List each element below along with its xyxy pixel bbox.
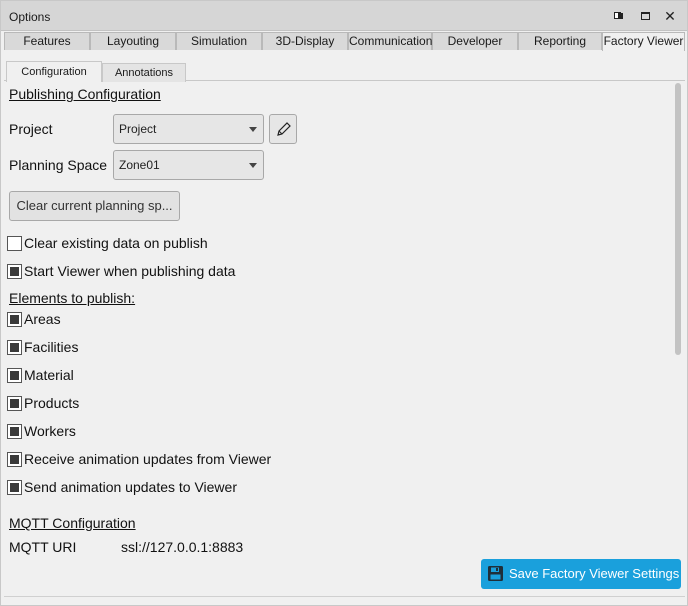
material-checkbox[interactable]	[7, 368, 22, 383]
tab-3d-display[interactable]: 3D-Display	[262, 32, 348, 50]
planning-space-label: Planning Space	[9, 157, 108, 173]
areas-label: Areas	[24, 311, 61, 327]
close-icon[interactable]: ✕	[663, 9, 677, 23]
mqtt-uri-label: MQTT URI	[9, 539, 77, 555]
clear-existing-checkbox[interactable]	[7, 236, 22, 251]
clear-planning-space-button[interactable]: Clear current planning sp...	[9, 191, 180, 221]
subtab-configuration[interactable]: Configuration	[6, 61, 102, 82]
options-window: Options ✕ Features Layouting Simulation …	[0, 0, 688, 606]
receive-animation-label: Receive animation updates from Viewer	[24, 451, 272, 467]
save-button-label: Save Factory Viewer Settings	[509, 566, 680, 581]
elements-heading: Elements to publish:	[9, 290, 136, 306]
tab-layouting[interactable]: Layouting	[90, 32, 176, 50]
save-icon	[488, 566, 503, 581]
maximize-icon[interactable]	[639, 9, 653, 23]
planning-space-value: Zone01	[119, 158, 160, 172]
tab-factory-viewer[interactable]: Factory Viewer	[602, 32, 685, 51]
products-label: Products	[24, 395, 80, 411]
mqtt-heading: MQTT Configuration	[9, 515, 136, 531]
subtab-annotations[interactable]: Annotations	[102, 63, 186, 82]
send-animation-label: Send animation updates to Viewer	[24, 479, 237, 495]
facilities-checkbox[interactable]	[7, 340, 22, 355]
publishing-heading: Publishing Configuration	[9, 86, 161, 102]
areas-checkbox[interactable]	[7, 312, 22, 327]
send-animation-checkbox[interactable]	[7, 480, 22, 495]
vertical-scrollbar[interactable]	[673, 81, 685, 597]
workers-label: Workers	[24, 423, 76, 439]
window-title: Options	[9, 10, 51, 24]
mqtt-uri-value: ssl://127.0.0.1:8883	[121, 539, 244, 555]
save-factory-viewer-settings-button[interactable]: Save Factory Viewer Settings	[481, 559, 681, 589]
clear-existing-label: Clear existing data on publish	[24, 235, 208, 251]
products-checkbox[interactable]	[7, 396, 22, 411]
tab-reporting[interactable]: Reporting	[518, 32, 602, 50]
float-icon[interactable]	[612, 9, 626, 23]
tab-communication[interactable]: Communication	[348, 32, 432, 50]
material-label: Material	[24, 367, 74, 383]
planning-space-dropdown[interactable]: Zone01	[113, 150, 264, 180]
title-bar: Options ✕	[1, 1, 687, 31]
tab-developer[interactable]: Developer	[432, 32, 518, 50]
project-dropdown[interactable]: Project	[113, 114, 264, 144]
tab-features[interactable]: Features	[4, 32, 90, 50]
facilities-label: Facilities	[24, 339, 79, 355]
project-label: Project	[9, 121, 53, 137]
chevron-down-icon	[249, 163, 257, 168]
main-tab-bar: Features Layouting Simulation 3D-Display…	[4, 31, 685, 51]
start-viewer-checkbox[interactable]	[7, 264, 22, 279]
scrollbar-thumb[interactable]	[675, 83, 681, 355]
workers-checkbox[interactable]	[7, 424, 22, 439]
receive-animation-checkbox[interactable]	[7, 452, 22, 467]
start-viewer-label: Start Viewer when publishing data	[24, 263, 236, 279]
tab-simulation[interactable]: Simulation	[176, 32, 262, 50]
bottom-divider	[4, 596, 685, 597]
pencil-icon	[277, 122, 291, 136]
chevron-down-icon	[249, 127, 257, 132]
sub-tab-bar: Configuration Annotations	[4, 61, 685, 82]
edit-project-button[interactable]	[269, 114, 297, 144]
project-dropdown-value: Project	[119, 122, 157, 136]
